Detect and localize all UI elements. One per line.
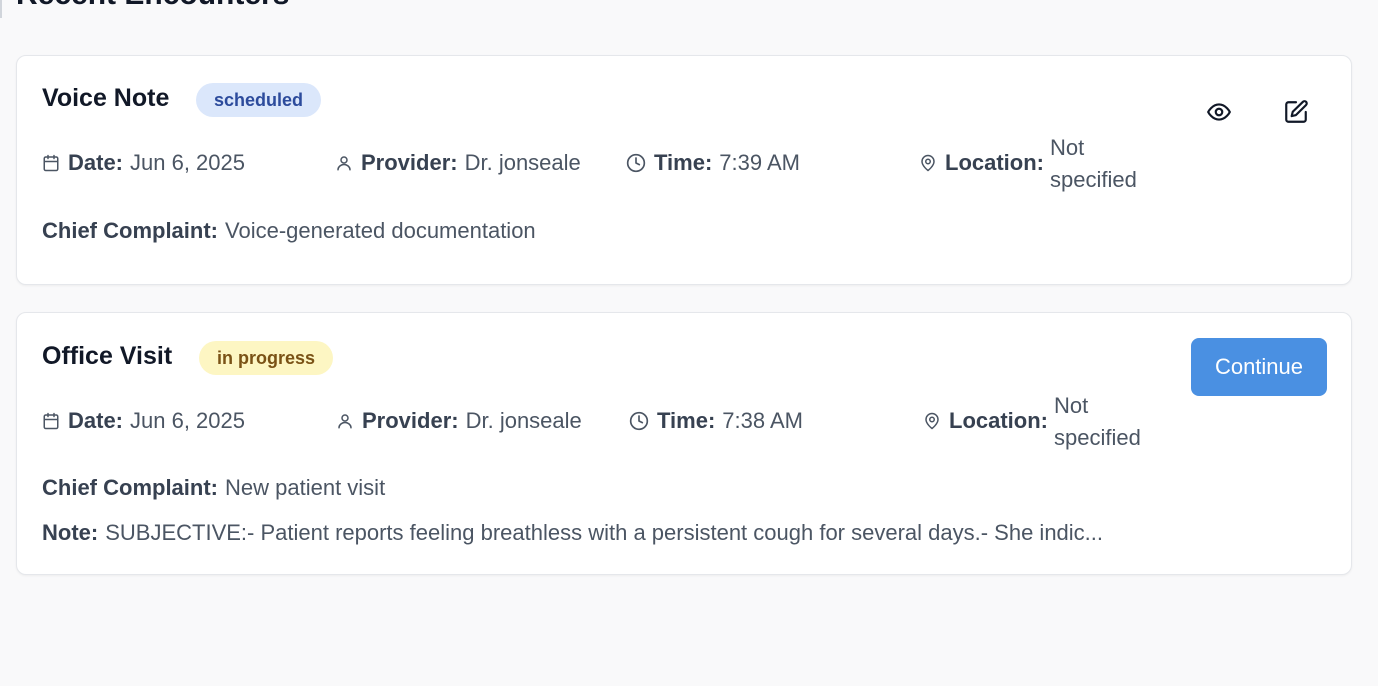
map-pin-icon <box>925 412 939 430</box>
date-field: Date: Jun 6, 2025 <box>42 408 245 434</box>
map-pin-icon <box>921 154 935 172</box>
time-label: Time: <box>654 150 713 175</box>
location-label: Location: <box>949 408 1048 433</box>
location-label: Location: <box>945 150 1044 175</box>
location-field: Location: <box>919 150 1051 176</box>
section-title: Recent Encounters <box>16 0 289 12</box>
location-value: Not specified <box>1054 390 1164 454</box>
calendar-icon <box>43 412 59 430</box>
date-label: Date: <box>68 408 124 433</box>
user-icon <box>338 414 352 429</box>
date-value: Jun 6, 2025 <box>130 408 245 433</box>
date-field: Date: Jun 6, 2025 <box>42 150 245 176</box>
provider-label: Provider: <box>362 408 459 433</box>
chief-complaint-label: Chief Complaint: <box>42 218 218 243</box>
continue-button[interactable]: Continue <box>1191 338 1327 396</box>
provider-field: Provider: Dr. jonseale <box>335 150 581 176</box>
location-value: Not specified <box>1050 132 1160 196</box>
location-value-line1: Not <box>1054 393 1089 418</box>
time-value: 7:39 AM <box>719 150 800 175</box>
location-field: Location: <box>923 408 1055 434</box>
edit-button[interactable] <box>1276 92 1316 132</box>
note-label: Note: <box>42 520 99 545</box>
left-rule <box>0 0 2 18</box>
encounter-card: Voice Note scheduled Date: Jun 6, 2025 P… <box>16 55 1352 285</box>
encounter-title: Office Visit <box>42 342 173 370</box>
location-value-line1: Not <box>1050 135 1085 160</box>
encounter-title: Voice Note <box>42 84 170 112</box>
chief-complaint-value: New patient visit <box>225 475 386 500</box>
provider-label: Provider: <box>361 150 458 175</box>
status-badge: in progress <box>199 341 334 375</box>
provider-value: Dr. jonseale <box>464 150 581 175</box>
chief-complaint-value: Voice-generated documentation <box>225 218 536 243</box>
clock-icon <box>626 153 646 173</box>
location-value-line2: specified <box>1050 167 1137 192</box>
note-value: SUBJECTIVE:- Patient reports feeling bre… <box>105 520 1104 545</box>
chief-complaint: Chief Complaint: New patient visit <box>42 475 385 501</box>
time-label: Time: <box>657 408 716 433</box>
provider-value: Dr. jonseale <box>465 408 582 433</box>
time-field: Time: 7:38 AM <box>629 408 803 434</box>
eye-icon <box>1207 103 1231 121</box>
chief-complaint: Chief Complaint: Voice-generated document… <box>42 218 536 244</box>
provider-field: Provider: Dr. jonseale <box>336 408 582 434</box>
date-label: Date: <box>68 150 124 175</box>
clock-icon <box>629 411 649 431</box>
status-badge: scheduled <box>196 83 322 117</box>
location-value-line2: specified <box>1054 425 1141 450</box>
chief-complaint-label: Chief Complaint: <box>42 475 218 500</box>
encounter-card: Office Visit in progress Continue Date: … <box>16 312 1352 575</box>
time-field: Time: 7:39 AM <box>626 150 800 176</box>
time-value: 7:38 AM <box>722 408 803 433</box>
view-button[interactable] <box>1199 92 1239 132</box>
date-value: Jun 6, 2025 <box>130 150 245 175</box>
edit-icon <box>1285 100 1308 123</box>
user-icon <box>337 156 351 171</box>
calendar-icon <box>43 154 59 172</box>
encounter-note: Note: SUBJECTIVE:- Patient reports feelin… <box>42 520 1103 546</box>
